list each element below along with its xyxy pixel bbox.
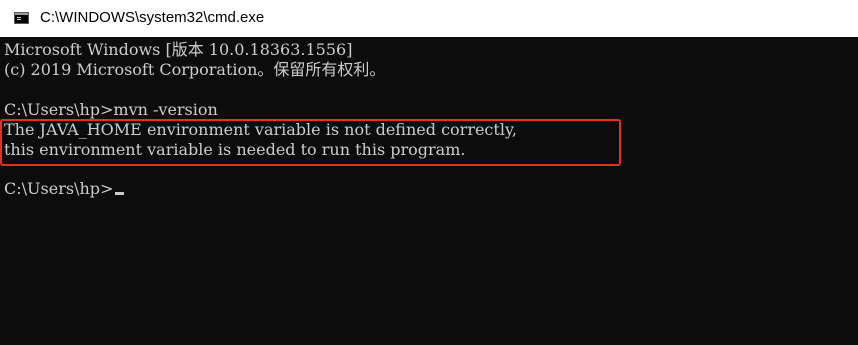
console-prompt-line[interactable]: C:\Users\hp> [4, 178, 125, 199]
console-line-copyright: (c) 2019 Microsoft Corporation。保留所有权利。 [4, 60, 386, 79]
console-prompt: C:\Users\hp> [4, 179, 114, 198]
console-line-command: C:\Users\hp>mvn -version [4, 100, 218, 119]
cmd-console-icon [14, 12, 29, 24]
console-line-version: Microsoft Windows [版本 10.0.18363.1556] [4, 40, 353, 59]
error-highlight-box [0, 119, 621, 166]
console-output-area[interactable]: Microsoft Windows [版本 10.0.18363.1556] (… [0, 37, 858, 345]
cmd-window: C:\WINDOWS\system32\cmd.exe Microsoft Wi… [0, 0, 858, 345]
text-cursor [115, 192, 125, 195]
window-title: C:\WINDOWS\system32\cmd.exe [40, 9, 265, 26]
title-bar[interactable]: C:\WINDOWS\system32\cmd.exe [0, 0, 858, 37]
